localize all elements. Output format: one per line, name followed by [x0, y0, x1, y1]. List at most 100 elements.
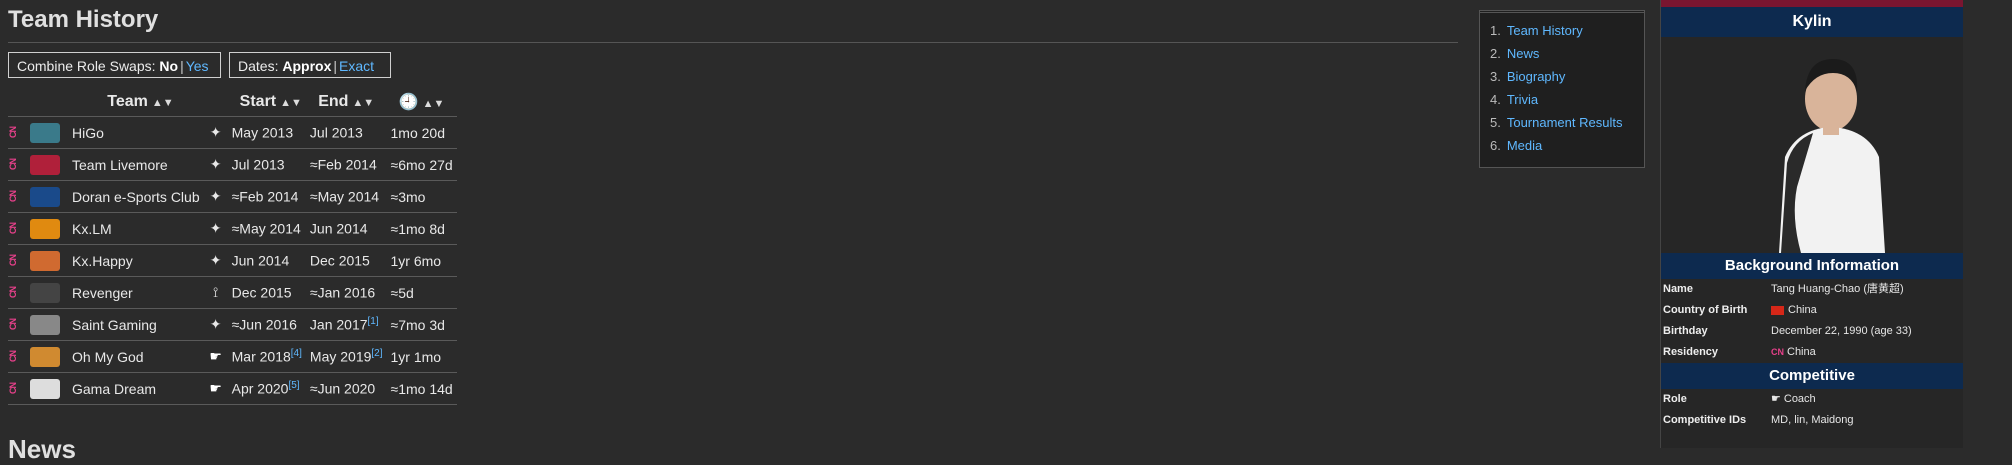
end-date: ≈Jun 2020: [305, 372, 387, 405]
jungle-role-icon: ⟟: [203, 276, 228, 309]
role-swap-yes-link[interactable]: Yes: [186, 58, 209, 74]
toc-number: 4.: [1490, 92, 1501, 107]
sort-icon[interactable]: ▲▼: [280, 97, 302, 109]
end-column-header[interactable]: End ▲▼: [306, 88, 387, 117]
team-name[interactable]: Revenger: [68, 276, 204, 309]
country-tag: CN: [8, 308, 22, 341]
start-date: Apr 2020[5]: [227, 372, 306, 405]
team-logo-icon: [30, 154, 60, 175]
team-logo[interactable]: [22, 180, 68, 213]
team-logo-icon: [30, 378, 60, 399]
toc-link[interactable]: Trivia: [1507, 92, 1538, 107]
team-logo[interactable]: [22, 372, 68, 405]
toc-item[interactable]: 2. News: [1490, 46, 1644, 69]
end-reference[interactable]: [1]: [368, 316, 379, 327]
team-logo[interactable]: [22, 244, 68, 277]
team-logo[interactable]: [22, 340, 68, 373]
team-logo-icon: [30, 218, 60, 239]
team-logo[interactable]: [22, 212, 68, 245]
start-date: Mar 2018[4]: [227, 340, 306, 373]
toc-link[interactable]: Team History: [1507, 23, 1583, 38]
toc-item[interactable]: 6. Media: [1490, 138, 1644, 161]
team-name[interactable]: Oh My God: [68, 340, 204, 373]
table-row: CN Revenger ⟟ Dec 2015 ≈Jan 2016 ≈5d: [8, 276, 457, 309]
sort-icon[interactable]: ▲▼: [152, 97, 174, 109]
infobox-key: Role: [1663, 393, 1687, 405]
dates-toggle: Dates: Approx | Exact: [229, 52, 391, 78]
toc-item[interactable]: 4. Trivia: [1490, 92, 1644, 115]
start-date: ≈Feb 2014: [227, 180, 306, 213]
team-logo[interactable]: [22, 308, 68, 341]
role-swap-toggle: Combine Role Swaps: No | Yes: [8, 52, 221, 78]
end-date: Dec 2015: [305, 244, 387, 277]
country-tag: CN: [8, 180, 22, 213]
start-date: May 2013: [227, 116, 306, 149]
start-column-header[interactable]: Start ▲▼: [204, 88, 306, 117]
toc-item[interactable]: 5. Tournament Results: [1490, 115, 1644, 138]
toc-link[interactable]: News: [1507, 46, 1540, 61]
team-name[interactable]: Gama Dream: [68, 372, 204, 405]
team-logo-icon: [30, 186, 60, 207]
player-name: Kylin: [1661, 7, 1963, 37]
coach-role-icon: ☛: [203, 372, 228, 405]
team-name[interactable]: Kx.Happy: [68, 244, 204, 277]
player-infobox: Kylin Background Information Name Tang Hu…: [1660, 0, 1963, 448]
duration: 1yr 6mo: [386, 244, 457, 277]
end-date: Jul 2013: [305, 116, 387, 149]
country-tag: CN: [8, 372, 22, 405]
player-photo: [1661, 37, 1963, 253]
infobox-key: Residency: [1663, 346, 1719, 358]
team-logo[interactable]: [22, 116, 68, 149]
role-swap-label: Combine Role Swaps:: [17, 58, 156, 74]
table-of-contents: 1. Team History 2. News 3. Biography 4. Trivia 5…: [1479, 10, 1645, 168]
sort-icon[interactable]: ▲▼: [352, 97, 374, 109]
infobox-value: December 22, 1990 (age 33): [1771, 325, 1912, 337]
table-row: CN HiGo ✦ May 2013 Jul 2013 1mo 20d: [8, 116, 457, 149]
end-reference[interactable]: [2]: [371, 348, 382, 359]
dates-exact-link[interactable]: Exact: [339, 58, 374, 74]
duration-column-header[interactable]: 🕘 ▲▼: [387, 88, 457, 117]
duration: ≈1mo 8d: [386, 212, 457, 245]
start-date: Jun 2014: [227, 244, 306, 277]
jungle-role-icon: ✦: [203, 244, 228, 277]
accent-strip: [1661, 0, 1963, 7]
team-name[interactable]: Saint Gaming: [68, 308, 204, 341]
team-name[interactable]: Team Livemore: [68, 148, 204, 181]
infobox-value[interactable]: China: [1771, 300, 1817, 321]
competitive-header: Competitive: [1661, 363, 1963, 389]
jungle-role-icon: ✦: [203, 308, 228, 341]
start-reference[interactable]: [5]: [288, 380, 299, 391]
end-date: ≈Jan 2016: [305, 276, 387, 309]
sort-icon[interactable]: ▲▼: [423, 98, 445, 110]
start-reference[interactable]: [4]: [291, 348, 302, 359]
table-row: CN Gama Dream ☛ Apr 2020[5] ≈Jun 2020 ≈1mo 14…: [8, 372, 457, 405]
team-logo[interactable]: [22, 276, 68, 309]
toc-item[interactable]: 3. Biography: [1490, 69, 1644, 92]
country-tag: CN: [8, 212, 22, 245]
end-date: ≈Feb 2014: [305, 148, 387, 181]
dates-selected: Approx: [282, 58, 332, 74]
infobox-value: MD, lin, Maidong: [1771, 414, 1854, 426]
duration: ≈6mo 27d: [386, 148, 457, 181]
toc-item[interactable]: 1. Team History: [1490, 23, 1644, 46]
duration: ≈3mo: [386, 180, 457, 213]
country-tag: CN: [8, 148, 22, 181]
team-logo[interactable]: [22, 148, 68, 181]
coach-role-icon: ☛: [203, 340, 228, 373]
infobox-value[interactable]: ☛ Coach: [1771, 389, 1816, 410]
infobox-row: Name Tang Huang-Chao (唐黄超): [1661, 279, 1963, 300]
infobox-value[interactable]: CN China: [1771, 342, 1816, 363]
table-row: CN Saint Gaming ✦ ≈Jun 2016 Jan 2017[1] ≈7mo …: [8, 308, 457, 341]
role-swap-selected: No: [159, 58, 179, 74]
table-row: CN Kx.LM ✦ ≈May 2014 Jun 2014 ≈1mo 8d: [8, 212, 457, 245]
page-title: Team History: [8, 6, 159, 33]
team-column-header[interactable]: Team ▲▼: [8, 88, 204, 117]
toc-number: 3.: [1490, 69, 1501, 84]
toc-link[interactable]: Tournament Results: [1507, 115, 1623, 130]
toc-link[interactable]: Biography: [1507, 69, 1566, 84]
start-date: Dec 2015: [227, 276, 306, 309]
team-name: HiGo: [68, 116, 204, 149]
table-header-row: Team ▲▼ Start ▲▼ End ▲▼ 🕘 ▲▼: [8, 88, 457, 117]
country-tag: CN: [8, 276, 22, 309]
toc-link[interactable]: Media: [1507, 138, 1542, 153]
